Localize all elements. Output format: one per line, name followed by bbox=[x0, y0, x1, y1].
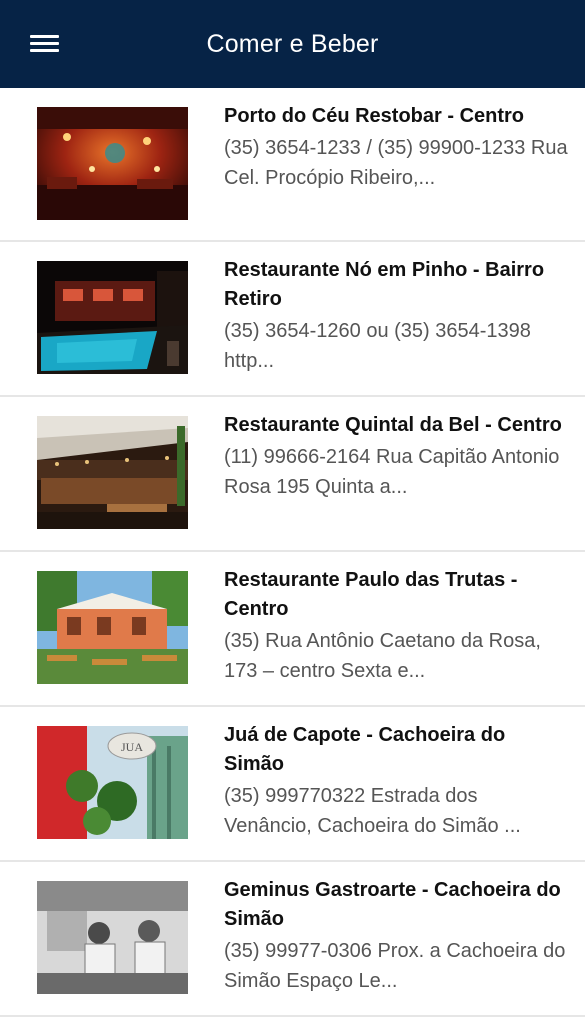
restaurant-description: (11) 99666-2164 Rua Capitão Antonio Rosa… bbox=[224, 446, 560, 498]
restaurant-description: (35) 3654-1233 / (35) 99900-1233 Rua Cel… bbox=[224, 137, 568, 189]
jua-sign-text: JUA bbox=[121, 740, 143, 754]
restaurant-description: (35) Rua Antônio Caetano da Rosa, 173 – … bbox=[224, 630, 541, 682]
restaurant-photo bbox=[37, 107, 188, 220]
app-bar: Comer e Beber bbox=[0, 0, 585, 88]
restaurant-description: (35) 99977-0306 Prox. a Cachoeira do Sim… bbox=[224, 940, 566, 992]
restaurant-name: Porto do Céu Restobar - Centro bbox=[224, 105, 525, 127]
restaurant-name: Restaurante Nó em Pinho - Bairro Retiro bbox=[224, 259, 545, 310]
restaurant-photo bbox=[37, 571, 188, 684]
page-title: Comer e Beber bbox=[206, 29, 379, 58]
restaurant-photo bbox=[37, 261, 188, 374]
restaurant-photo bbox=[37, 881, 188, 994]
restaurant-description: (35) 3654-1260 ou (35) 3654-1398 http... bbox=[224, 320, 531, 372]
restaurant-list: Porto do Céu Restobar - Centro (35) 3654… bbox=[0, 88, 585, 1017]
restaurant-name: Geminus Gastroarte - Cachoeira do Simão bbox=[224, 879, 561, 930]
list-item[interactable]: Restaurante Quintal da Bel - Centro (11)… bbox=[0, 397, 585, 552]
restaurant-description: (35) 999770322 Estrada dos Venâncio, Cac… bbox=[224, 785, 521, 837]
restaurant-name: Restaurante Paulo das Trutas - Centro bbox=[224, 569, 518, 620]
restaurant-name: Juá de Capote - Cachoeira do Simão bbox=[224, 724, 506, 775]
list-item[interactable]: Restaurante Nó em Pinho - Bairro Retiro … bbox=[0, 242, 585, 397]
restaurant-photo: JUA bbox=[37, 726, 188, 839]
list-item[interactable]: JUA Juá de Capote - Cachoeira do Simão (… bbox=[0, 707, 585, 862]
list-item[interactable]: Porto do Céu Restobar - Centro (35) 3654… bbox=[0, 88, 585, 242]
restaurant-photo bbox=[37, 416, 188, 529]
restaurant-name: Restaurante Quintal da Bel - Centro bbox=[224, 414, 562, 436]
menu-icon[interactable] bbox=[30, 30, 62, 58]
list-item[interactable]: Geminus Gastroarte - Cachoeira do Simão … bbox=[0, 862, 585, 1017]
list-item[interactable]: Restaurante Paulo das Trutas - Centro (3… bbox=[0, 552, 585, 707]
